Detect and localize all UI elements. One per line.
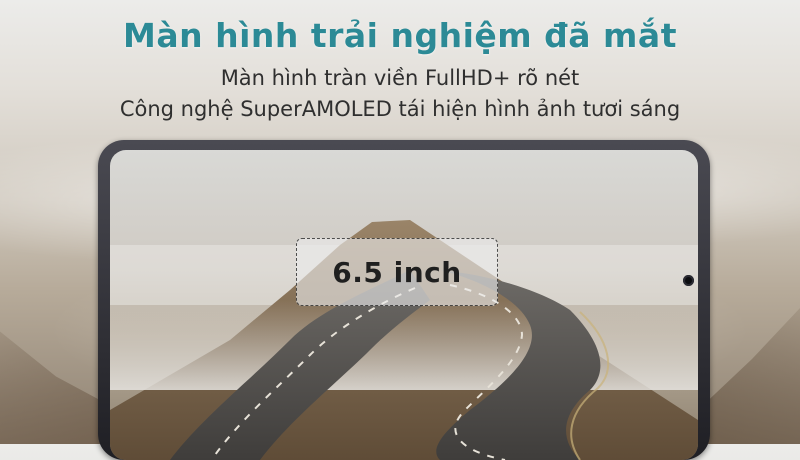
- screen-size-badge: 6.5 inch: [296, 238, 498, 306]
- subline-fullhd: Màn hình tràn viền FullHD+ rõ nét: [220, 66, 580, 90]
- headline: Màn hình trải nghiệm đã mắt: [123, 16, 677, 55]
- screen-size-label: 6.5 inch: [332, 255, 462, 289]
- subline-superamoled: Công nghệ SuperAMOLED tái hiện hình ảnh …: [119, 97, 681, 121]
- front-camera-icon: [683, 275, 694, 286]
